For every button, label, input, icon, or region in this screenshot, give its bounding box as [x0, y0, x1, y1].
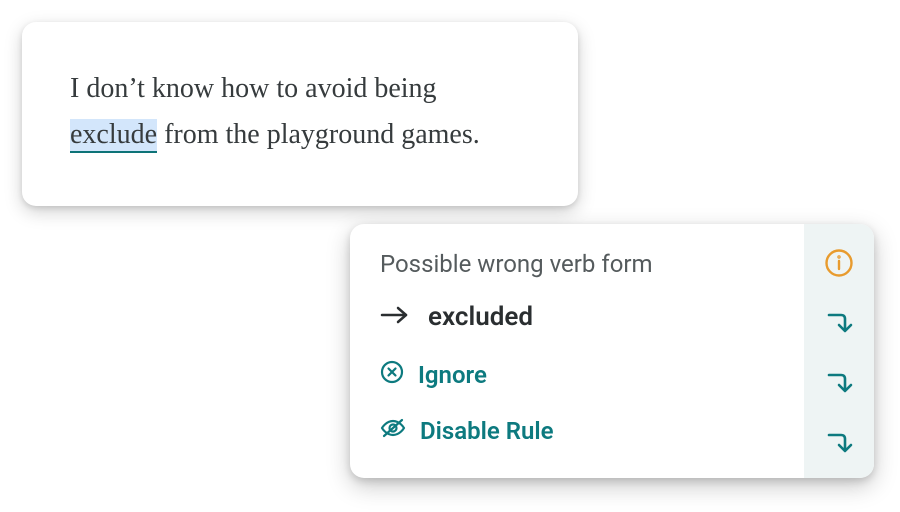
editor-card: I don’t know how to avoid being exclude … — [22, 22, 578, 206]
disable-rule-button[interactable]: Disable Rule — [380, 412, 786, 450]
eye-off-icon — [380, 416, 406, 446]
insert-below-icon-1[interactable] — [822, 306, 856, 340]
correction-text: excluded — [428, 302, 533, 332]
insert-below-icon-3[interactable] — [822, 426, 856, 460]
suggestion-sidebar — [804, 224, 874, 478]
disable-rule-label: Disable Rule — [420, 417, 554, 445]
suggestion-popup: Possible wrong verb form excluded — [350, 224, 874, 478]
suggestion-title: Possible wrong verb form — [380, 250, 786, 278]
ignore-button[interactable]: Ignore — [380, 356, 786, 394]
arrow-right-icon — [380, 302, 410, 332]
ignore-label: Ignore — [418, 361, 487, 389]
info-icon[interactable] — [822, 246, 856, 280]
close-circle-icon — [380, 360, 404, 390]
editor-text-after: from the playground games. — [164, 119, 480, 150]
insert-below-icon-2[interactable] — [822, 366, 856, 400]
suggestion-main: Possible wrong verb form excluded — [350, 224, 804, 478]
highlighted-word[interactable]: exclude — [70, 119, 157, 153]
editor-text-before: I don’t know how to avoid being — [70, 73, 437, 104]
apply-correction-button[interactable]: excluded — [380, 296, 786, 338]
